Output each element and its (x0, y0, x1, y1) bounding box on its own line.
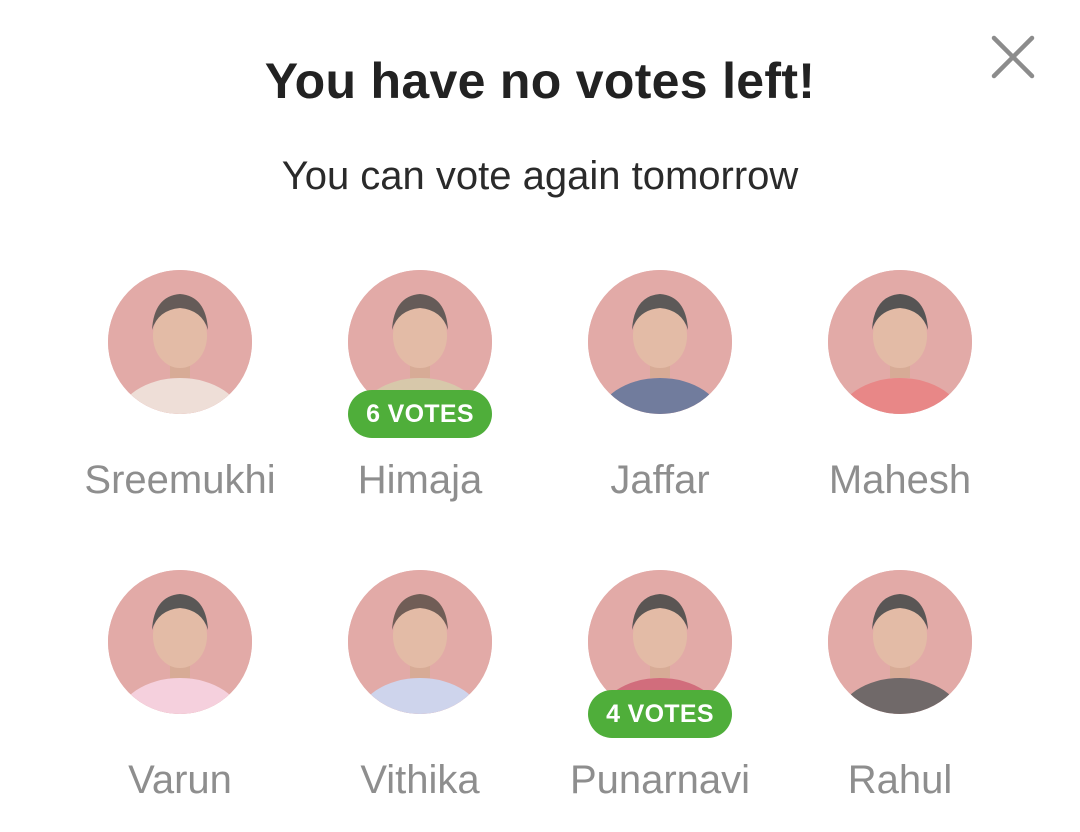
contestant-name: Vithika (360, 758, 480, 802)
avatar (108, 270, 252, 414)
contestant-grid: Sreemukhi 6 VOTES Himaja Jaffar Mahesh V… (0, 0, 1080, 832)
portrait-image (108, 270, 252, 414)
contestant-card-sreemukhi[interactable]: Sreemukhi (60, 270, 300, 530)
contestant-name: Varun (128, 758, 232, 802)
contestant-card-punarnavi[interactable]: 4 VOTES Punarnavi (540, 570, 780, 830)
portrait-image (828, 570, 972, 714)
votes-badge: 6 VOTES (348, 390, 492, 438)
no-votes-dialog: You have no votes left! You can vote aga… (0, 0, 1080, 832)
avatar (828, 570, 972, 714)
contestant-card-varun[interactable]: Varun (60, 570, 300, 830)
contestant-card-himaja[interactable]: 6 VOTES Himaja (300, 270, 540, 530)
portrait-image (828, 270, 972, 414)
contestant-name: Sreemukhi (84, 458, 276, 502)
contestant-name: Rahul (847, 758, 953, 802)
avatar (828, 270, 972, 414)
avatar (108, 570, 252, 714)
contestant-card-vithika[interactable]: Vithika (300, 570, 540, 830)
contestant-name: Himaja (357, 458, 483, 502)
avatar (348, 570, 492, 714)
contestant-card-rahul[interactable]: Rahul (780, 570, 1020, 830)
avatar (588, 270, 732, 414)
votes-badge: 4 VOTES (588, 690, 732, 738)
portrait-image (588, 270, 732, 414)
contestant-name: Mahesh (828, 458, 972, 502)
contestant-name: Jaffar (610, 458, 710, 502)
contestant-card-jaffar[interactable]: Jaffar (540, 270, 780, 530)
portrait-image (348, 570, 492, 714)
portrait-image (108, 570, 252, 714)
contestant-card-mahesh[interactable]: Mahesh (780, 270, 1020, 530)
contestant-name: Punarnavi (569, 758, 751, 802)
